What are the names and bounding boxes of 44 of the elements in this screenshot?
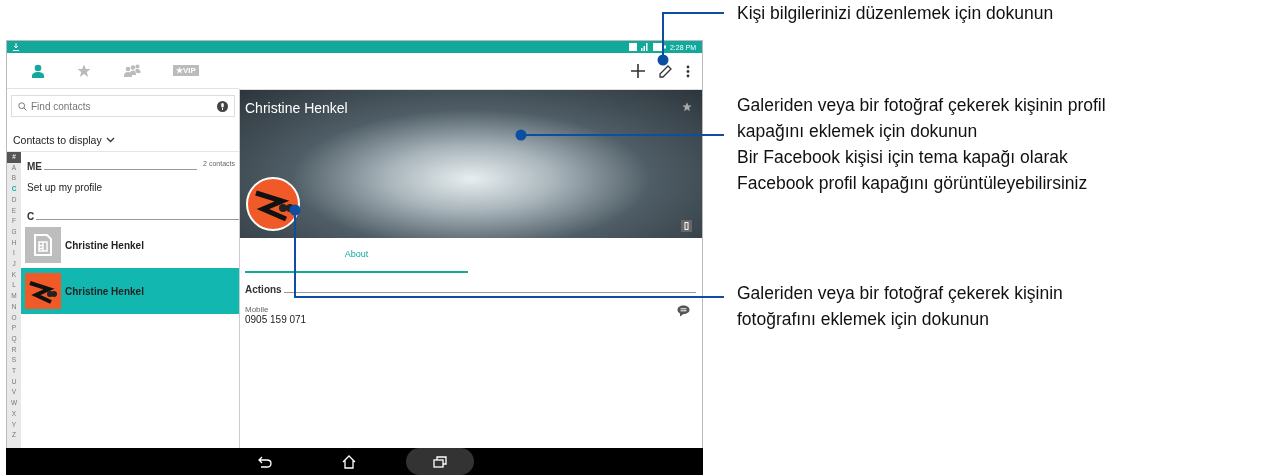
contacts-filter-dropdown[interactable]: Contacts to display xyxy=(7,117,115,147)
leader-line xyxy=(657,12,725,66)
section-header: ME xyxy=(27,161,42,172)
star-icon[interactable] xyxy=(682,102,692,112)
callout-text: Galeriden veya bir fotoğraf çekerek kişinin fotoğrafını eklemek için dokunun xyxy=(737,282,1064,331)
recent-apps-icon xyxy=(433,455,447,468)
download-icon xyxy=(13,43,19,51)
sim-card-icon xyxy=(25,227,61,263)
add-icon[interactable] xyxy=(631,64,645,78)
pencil-icon[interactable] xyxy=(659,64,672,78)
contact-row[interactable]: Christine Henkel xyxy=(21,268,239,314)
search-input[interactable]: Find contacts xyxy=(31,100,213,112)
back-icon[interactable] xyxy=(258,455,272,468)
home-icon[interactable] xyxy=(342,454,356,469)
search-icon xyxy=(18,101,27,111)
section-header: C xyxy=(27,211,35,222)
about-tab[interactable]: About xyxy=(245,238,468,273)
message-icon[interactable] xyxy=(677,305,690,317)
contact-name: Christine Henkel xyxy=(65,285,144,297)
callout-text: Bir Facebook kişisi için tema kapağı olarak Facebook profil kapağını görüntüleyebilirsiniz xyxy=(737,146,1089,195)
phone-icon[interactable] xyxy=(681,220,692,232)
signal-icon xyxy=(628,43,649,51)
search-field[interactable]: Find contacts xyxy=(11,95,235,117)
contact-row[interactable]: Christine Henkel xyxy=(21,222,239,268)
contact-row[interactable]: Set up my profile xyxy=(21,172,239,202)
cover-photo[interactable]: Christine Henkel xyxy=(240,89,702,238)
microphone-icon[interactable] xyxy=(217,100,228,112)
group-icon xyxy=(123,64,141,77)
person-icon xyxy=(31,63,45,78)
contact-name: Christine Henkel xyxy=(65,239,144,251)
recent-apps-button[interactable] xyxy=(406,448,474,475)
section-header: Actions xyxy=(245,284,282,295)
contact-name: Christine Henkel xyxy=(245,100,348,116)
chevron-down-icon xyxy=(105,136,115,143)
avatar-image xyxy=(25,273,61,309)
more-icon[interactable] xyxy=(686,64,690,78)
avatar-image[interactable] xyxy=(246,177,300,231)
contact-name: Set up my profile xyxy=(27,181,103,193)
callout-text: Galeriden veya bir fotoğraf çekerek kişinin profil kapağını eklemek için dokunun xyxy=(737,94,1107,143)
phone-number[interactable]: 0905 159 071 xyxy=(245,314,307,325)
field-label: Mobile xyxy=(245,305,270,314)
battery-icon xyxy=(652,43,666,51)
star-icon xyxy=(77,63,91,78)
callout-text: Kişi bilgilerinizi düzenlemek için dokunun xyxy=(737,2,1054,25)
